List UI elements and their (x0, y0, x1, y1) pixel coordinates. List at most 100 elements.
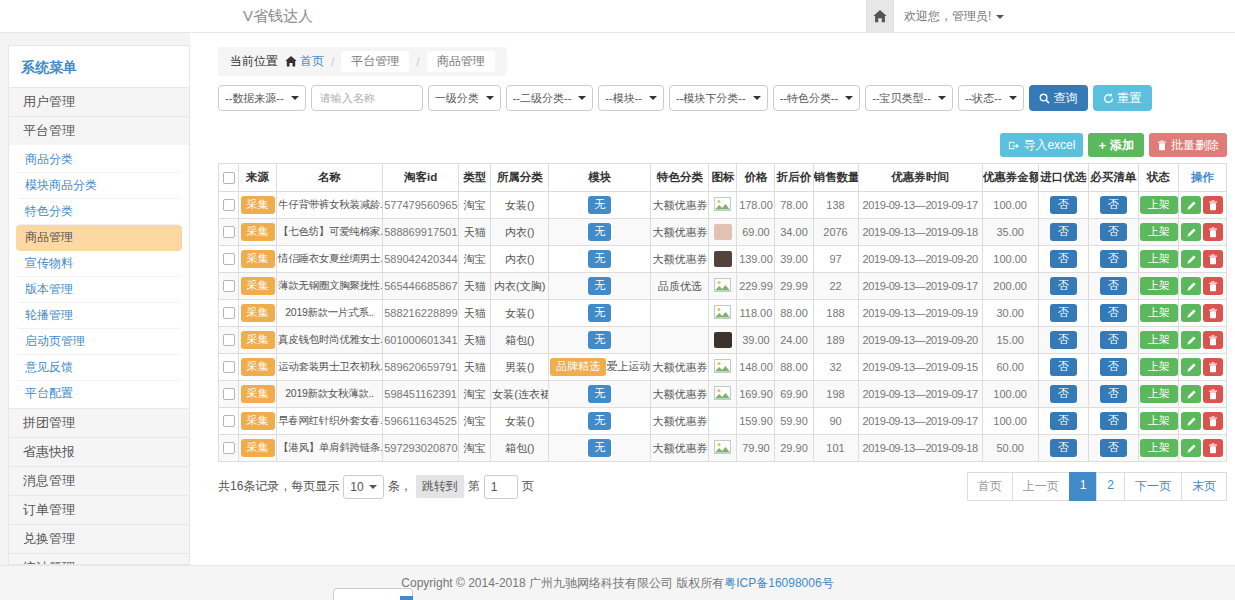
delete-button[interactable] (1203, 277, 1223, 295)
sidebar-group-5[interactable]: 订单管理 (9, 495, 189, 524)
row-checkbox[interactable] (223, 415, 235, 427)
batch-delete-button[interactable]: 批量删除 (1149, 133, 1227, 157)
filter-select-6[interactable]: --宝贝类型-- (865, 85, 953, 111)
must-buy-toggle[interactable]: 否 (1100, 277, 1127, 294)
import-toggle[interactable]: 否 (1050, 385, 1077, 402)
filter-select-1[interactable]: 一级分类 (428, 85, 501, 111)
must-buy-toggle[interactable]: 否 (1100, 196, 1127, 213)
sidebar-item-1-1[interactable]: 模块商品分类 (16, 173, 182, 199)
jump-button[interactable]: 跳转到 (416, 475, 464, 498)
add-button[interactable]: + 添加 (1088, 133, 1144, 157)
status-badge[interactable]: 上架 (1140, 304, 1178, 321)
must-buy-toggle[interactable]: 否 (1100, 331, 1127, 348)
delete-button[interactable] (1203, 358, 1223, 376)
status-badge[interactable]: 上架 (1140, 196, 1178, 213)
sidebar-group-3[interactable]: 省惠快报 (9, 437, 189, 466)
page-number-input[interactable] (484, 475, 518, 499)
pager-button-2[interactable]: 1 (1069, 472, 1098, 501)
breadcrumb-home-link[interactable]: 首页 (285, 53, 324, 70)
sidebar-item-1-7[interactable]: 启动页管理 (16, 329, 182, 355)
status-badge[interactable]: 上架 (1140, 223, 1178, 240)
must-buy-toggle[interactable]: 否 (1100, 250, 1127, 267)
edit-button[interactable] (1181, 196, 1201, 214)
import-toggle[interactable]: 否 (1050, 358, 1077, 375)
must-buy-toggle[interactable]: 否 (1100, 412, 1127, 429)
edit-button[interactable] (1181, 304, 1201, 322)
delete-button[interactable] (1203, 331, 1223, 349)
pager-button-4[interactable]: 下一页 (1124, 472, 1182, 501)
icp-link[interactable]: 粤ICP备16098006号 (724, 576, 833, 590)
filter-select-7[interactable]: --状态-- (958, 85, 1024, 111)
edit-button[interactable] (1181, 358, 1201, 376)
import-toggle[interactable]: 否 (1050, 223, 1077, 240)
must-buy-toggle[interactable]: 否 (1100, 304, 1127, 321)
sidebar-group-2[interactable]: 拼团管理 (9, 408, 189, 437)
filter-select-3[interactable]: --模块-- (598, 85, 664, 111)
must-buy-toggle[interactable]: 否 (1100, 385, 1127, 402)
import-excel-button[interactable]: 导入excel (1000, 133, 1083, 157)
import-toggle[interactable]: 否 (1050, 439, 1077, 456)
breadcrumb-item[interactable]: 平台管理 (341, 51, 409, 72)
filter-select-2[interactable]: --二级分类-- (506, 85, 594, 111)
edit-button[interactable] (1181, 412, 1201, 430)
pager-button-0[interactable]: 首页 (967, 472, 1013, 501)
sidebar-item-1-0[interactable]: 商品分类 (16, 147, 182, 173)
sidebar-item-1-8[interactable]: 意见反馈 (16, 355, 182, 381)
must-buy-toggle[interactable]: 否 (1100, 439, 1127, 456)
home-button[interactable] (866, 0, 894, 32)
status-badge[interactable]: 上架 (1140, 412, 1178, 429)
must-buy-toggle[interactable]: 否 (1100, 358, 1127, 375)
status-badge[interactable]: 上架 (1140, 439, 1178, 456)
sidebar-group-1[interactable]: 平台管理 (9, 116, 189, 145)
import-toggle[interactable]: 否 (1050, 250, 1077, 267)
select-all-checkbox[interactable] (223, 172, 235, 184)
sidebar-group-7[interactable]: 统计管理 (9, 553, 189, 565)
import-toggle[interactable]: 否 (1050, 331, 1077, 348)
row-checkbox[interactable] (223, 334, 235, 346)
status-badge[interactable]: 上架 (1140, 331, 1178, 348)
row-checkbox[interactable] (223, 226, 235, 238)
sidebar-item-1-2[interactable]: 特色分类 (16, 199, 182, 225)
filter-select-5[interactable]: --特色分类-- (773, 85, 861, 111)
delete-button[interactable] (1203, 385, 1223, 403)
import-toggle[interactable]: 否 (1050, 277, 1077, 294)
search-button[interactable]: 查询 (1029, 85, 1088, 111)
row-checkbox[interactable] (223, 442, 235, 454)
sidebar-group-4[interactable]: 消息管理 (9, 466, 189, 495)
sidebar-item-1-6[interactable]: 轮播管理 (16, 303, 182, 329)
filter-select-0[interactable]: --数据来源-- (218, 85, 306, 111)
import-toggle[interactable]: 否 (1050, 196, 1077, 213)
pager-button-3[interactable]: 2 (1096, 472, 1125, 501)
edit-button[interactable] (1181, 331, 1201, 349)
status-badge[interactable]: 上架 (1140, 358, 1178, 375)
sidebar-group-6[interactable]: 兑换管理 (9, 524, 189, 553)
delete-button[interactable] (1203, 223, 1223, 241)
row-checkbox[interactable] (223, 388, 235, 400)
sidebar-item-1-5[interactable]: 版本管理 (16, 277, 182, 303)
edit-button[interactable] (1181, 439, 1201, 457)
must-buy-toggle[interactable]: 否 (1100, 223, 1127, 240)
status-badge[interactable]: 上架 (1140, 385, 1178, 402)
sidebar-item-1-9[interactable]: 平台配置 (16, 381, 182, 406)
row-checkbox[interactable] (223, 199, 235, 211)
sidebar-item-1-4[interactable]: 宣传物料 (16, 251, 182, 277)
edit-button[interactable] (1181, 223, 1201, 241)
delete-button[interactable] (1203, 412, 1223, 430)
user-menu[interactable]: 欢迎您，管理员! (904, 0, 1004, 32)
per-page-select[interactable]: 10 (343, 475, 383, 499)
row-checkbox[interactable] (223, 361, 235, 373)
row-checkbox[interactable] (223, 307, 235, 319)
pager-button-5[interactable]: 末页 (1181, 472, 1227, 501)
edit-button[interactable] (1181, 250, 1201, 268)
row-checkbox[interactable] (223, 280, 235, 292)
status-badge[interactable]: 上架 (1140, 250, 1178, 267)
edit-button[interactable] (1181, 385, 1201, 403)
import-toggle[interactable]: 否 (1050, 412, 1077, 429)
delete-button[interactable] (1203, 196, 1223, 214)
delete-button[interactable] (1203, 250, 1223, 268)
import-toggle[interactable]: 否 (1050, 304, 1077, 321)
breadcrumb-item[interactable]: 商品管理 (427, 51, 495, 72)
pager-button-1[interactable]: 上一页 (1012, 472, 1070, 501)
reset-button[interactable]: 重置 (1093, 85, 1152, 111)
name-search-input[interactable] (311, 85, 423, 111)
